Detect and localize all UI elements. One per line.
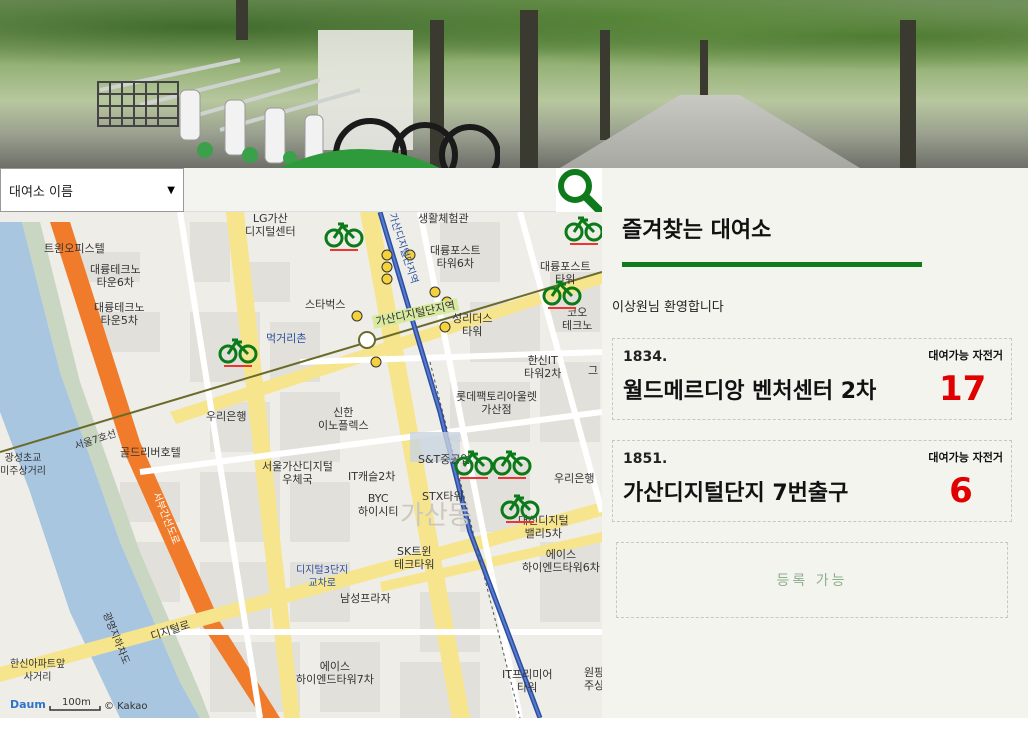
search-bar-strip (184, 168, 556, 212)
bike-station-marker[interactable] (454, 442, 494, 482)
station-number: 1851. (623, 451, 668, 467)
map-label: 성리더스 타워 (452, 312, 493, 338)
page-footer-space (0, 718, 1028, 752)
map-label: 광성초교 미주상거리 (0, 453, 46, 477)
map-label: 스타벅스 (305, 298, 346, 311)
map-label: 남성프라자 (340, 592, 391, 605)
map-label: 그 (588, 364, 599, 377)
panel-title: 즐겨찾는 대여소 (622, 218, 772, 243)
map-label: 디지털3단지 교차로 (296, 565, 349, 589)
station-map[interactable]: LG가산 디지털센터 생활체험관 트윈오피스텔 대륭포스트 타워6차 대륭테크노 타운… (0, 212, 602, 718)
daum-logo: Daum (10, 698, 46, 711)
map-label: 대륭포스트 타워6차 (430, 244, 481, 270)
station-select-label: 대여소 이름 (9, 184, 73, 200)
register-favorite-button[interactable]: 등록 가능 (616, 542, 1008, 618)
header-photo-banner (0, 0, 1028, 168)
map-label: 우리은행 (554, 472, 595, 485)
map-label: BYC 하이시티 (358, 492, 399, 518)
map-label: 생활체험관 (418, 212, 469, 225)
map-label: 서울가산디지털 우체국 (262, 460, 333, 486)
available-bikes-label: 대여가능 자전거 (928, 349, 1003, 362)
favorite-station-card[interactable]: 1834. 월드메르디앙 벤처센터 2차 대여가능 자전거 17 (612, 338, 1012, 420)
map-label: 트윈오피스텔 (44, 242, 105, 255)
chevron-down-icon: ▼ (167, 184, 175, 196)
title-underline (622, 262, 922, 267)
station-number: 1834. (623, 349, 668, 365)
map-label: 원팡 주상 (584, 666, 602, 692)
map-label: 우리은행 (206, 410, 247, 423)
map-label: 한신IT 타워2차 (524, 354, 562, 380)
map-label: 골드리버호텔 (120, 446, 181, 459)
map-district-label: 가산동 (400, 501, 472, 531)
bike-station-marker[interactable] (324, 214, 364, 254)
bike-station-marker[interactable] (218, 330, 258, 370)
bike-station-marker[interactable] (500, 486, 540, 526)
map-label: 대륭테크노 타운6차 (90, 263, 141, 289)
available-bikes-count: 6 (949, 471, 973, 511)
tree-trunk (520, 10, 538, 168)
welcome-message: 이상원님 환영합니다 (612, 300, 724, 315)
favorites-panel: 즐겨찾는 대여소 이상원님 환영합니다 1834. 월드메르디앙 벤처센터 2차… (602, 168, 1028, 718)
search-icon[interactable] (555, 167, 605, 215)
map-label: 롯데팩토리아울렛 가산점 (456, 390, 537, 416)
available-bikes-label: 대여가능 자전거 (928, 451, 1003, 464)
tree-trunk (600, 30, 610, 140)
map-label: SK트윈 테크타워 (394, 545, 435, 571)
map-label: IT프리미어 타워 (502, 668, 553, 694)
favorite-station-card[interactable]: 1851. 가산디지털단지 7번출구 대여가능 자전거 6 (612, 440, 1012, 522)
station-name: 월드메르디앙 벤처센터 2차 (623, 379, 877, 404)
map-copyright: © Kakao (104, 701, 148, 712)
tree-trunk (900, 20, 916, 168)
map-label: 먹거리촌 (266, 332, 307, 345)
bike-rack-illustration (97, 30, 500, 168)
map-scale-label: 100m (62, 697, 91, 708)
map-label: 에이스 하이엔드타워7차 (296, 660, 374, 686)
available-bikes-count: 17 (939, 369, 987, 409)
map-label: 에이스 하이엔드타워6차 (522, 548, 600, 574)
station-name: 가산디지털단지 7번출구 (623, 481, 849, 506)
bike-station-marker[interactable] (564, 212, 602, 248)
map-label: 한신아파트앞 사거리 (10, 659, 66, 683)
map-label: IT캐슬2차 (348, 470, 396, 483)
bike-station-marker[interactable] (542, 272, 582, 312)
map-label: LG가산 디지털센터 (245, 212, 296, 238)
map-label: 신한 이노플렉스 (318, 406, 369, 432)
station-name-select[interactable]: 대여소 이름 ▼ (0, 168, 184, 212)
bike-station-marker[interactable] (492, 442, 532, 482)
map-label: 대륭테크노 타운5차 (94, 301, 145, 327)
